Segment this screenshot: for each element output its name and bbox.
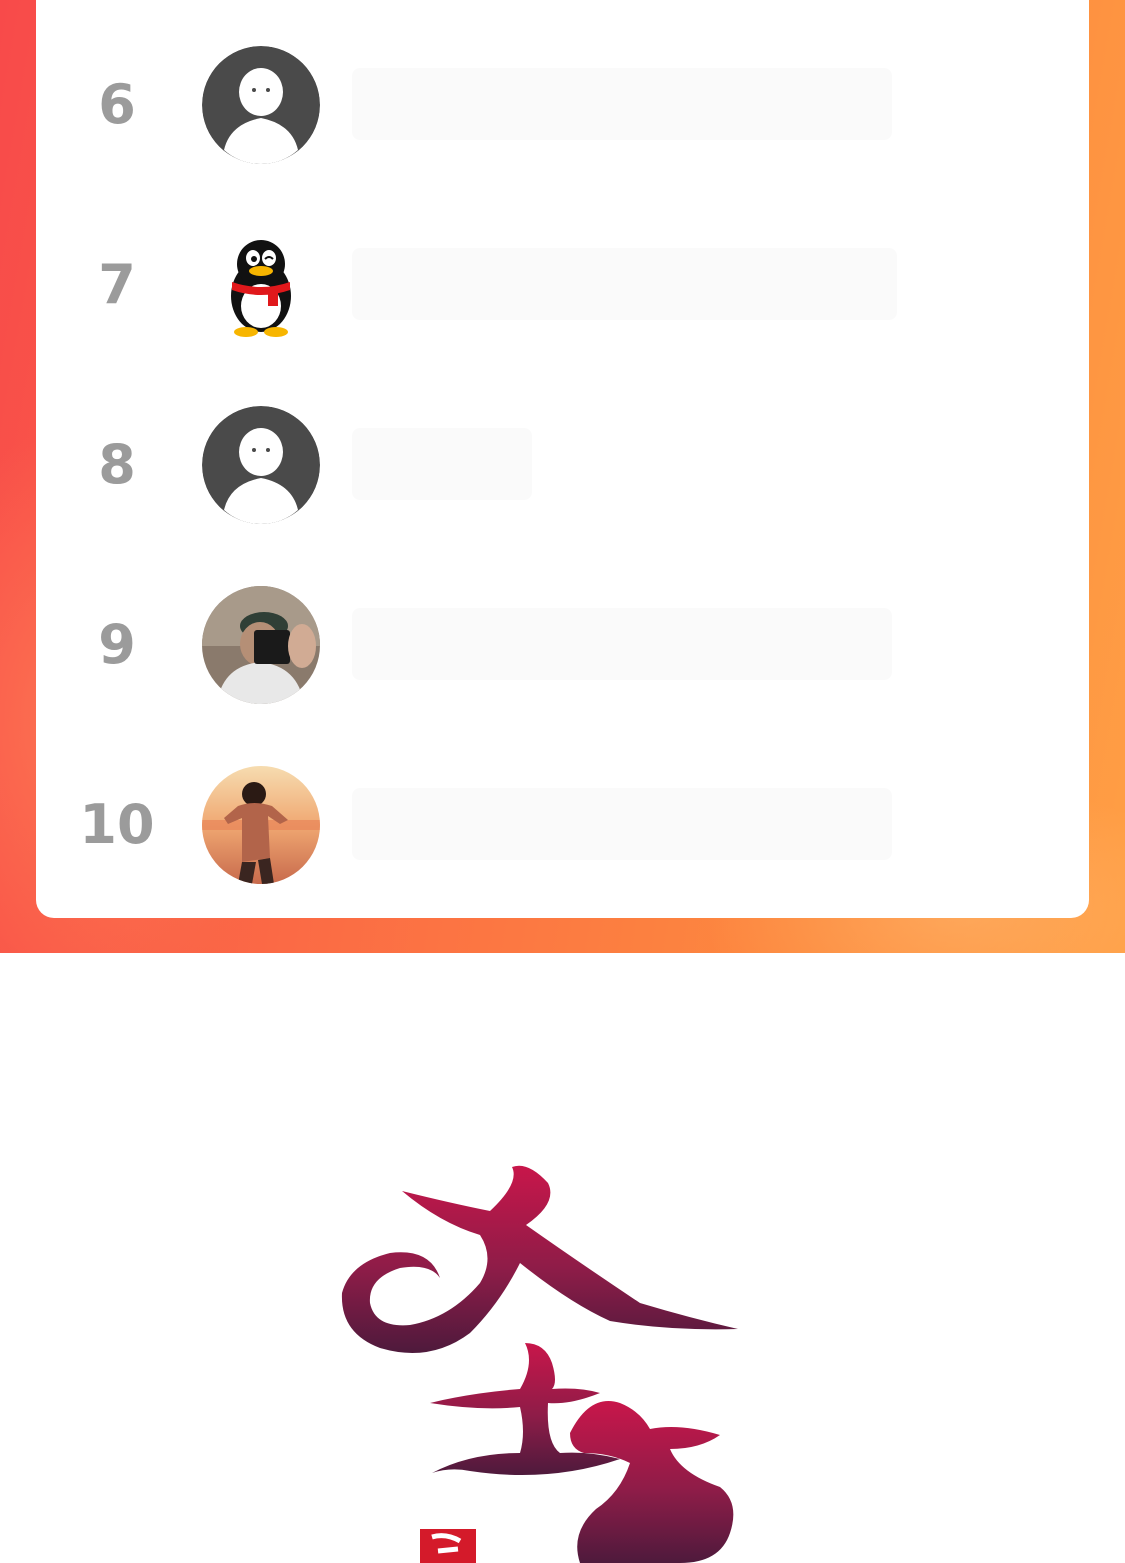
username-placeholder: [352, 248, 897, 320]
ranking-row[interactable]: 10: [36, 750, 1089, 900]
ranking-card: 6 7 8 9 10: [36, 0, 1089, 918]
photo-selfie-icon[interactable]: [202, 586, 320, 704]
calligraphy-logo-icon: [341, 1165, 738, 1563]
username-placeholder: [352, 428, 532, 500]
rank-number: 9: [98, 613, 136, 676]
username-placeholder: [352, 608, 892, 680]
novel-logo: 圣墟: [0, 953, 1125, 1563]
ranking-row[interactable]: 8: [36, 390, 1089, 540]
rank-number: 7: [98, 253, 136, 316]
photo-anime-icon[interactable]: [202, 766, 320, 884]
default-person-icon[interactable]: [202, 46, 320, 164]
qq-penguin-icon[interactable]: [202, 226, 320, 344]
username-placeholder: [352, 788, 892, 860]
ranking-row[interactable]: 7: [36, 210, 1089, 360]
username-placeholder: [352, 68, 892, 140]
rank-number: 6: [98, 73, 136, 136]
rank-number: 10: [79, 793, 155, 856]
rank-number: 8: [98, 433, 136, 496]
ranking-row[interactable]: 9: [36, 570, 1089, 720]
ranking-row[interactable]: 6: [36, 30, 1089, 180]
default-person-icon[interactable]: [202, 406, 320, 524]
